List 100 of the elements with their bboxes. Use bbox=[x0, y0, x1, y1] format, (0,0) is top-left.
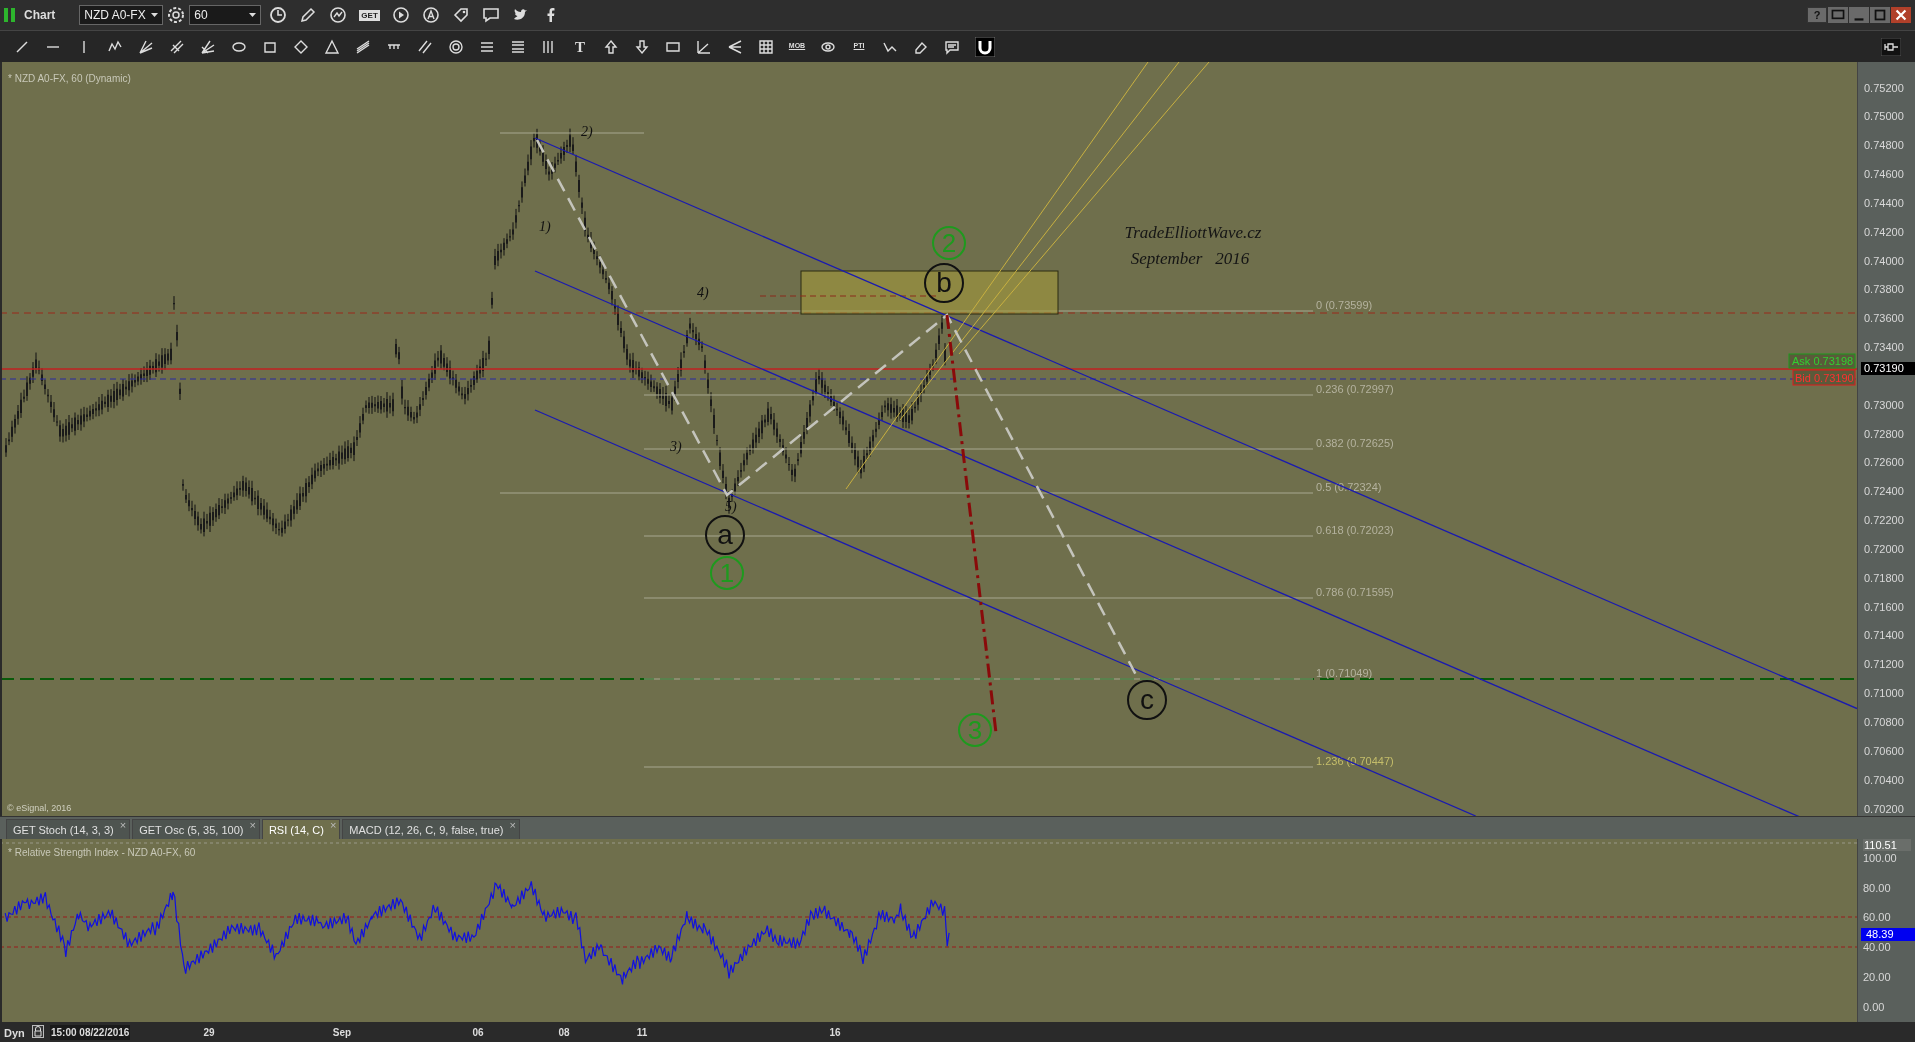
fan-lines-icon[interactable] bbox=[138, 38, 154, 55]
indicator-tab[interactable]: GET Osc (5, 35, 100) × bbox=[132, 819, 260, 839]
up-arrow-icon[interactable] bbox=[603, 38, 619, 55]
rsi-axis-label: 60.00 bbox=[1863, 911, 1891, 923]
time-axis-label: 11 bbox=[636, 1026, 648, 1040]
fibonacci-level-label: 1.236 (0.70447) bbox=[1316, 755, 1394, 767]
price-axis-label: 0.72600 bbox=[1864, 456, 1904, 469]
time-axis-label: 16 bbox=[829, 1026, 841, 1040]
price-axis-label: 0.71000 bbox=[1864, 687, 1904, 700]
price-axis-label: 0.70800 bbox=[1864, 715, 1904, 728]
price-axis-label: 0.75200 bbox=[1864, 81, 1904, 94]
indicator-tab[interactable]: MACD (12, 26, C, 9, false, true) × bbox=[342, 819, 520, 839]
price-axis-label: 0.71600 bbox=[1864, 600, 1904, 613]
clock-icon[interactable] bbox=[269, 6, 288, 24]
price-axis-label: 0.72800 bbox=[1864, 427, 1904, 440]
wave-count-marker: 2 bbox=[932, 226, 966, 260]
price-axis-label: 0.75000 bbox=[1864, 110, 1904, 123]
angle-ruler-icon[interactable] bbox=[696, 38, 712, 55]
tab-close-button[interactable]: × bbox=[509, 820, 516, 831]
play-icon[interactable] bbox=[391, 6, 410, 24]
chart-refresh-icon[interactable] bbox=[329, 6, 348, 24]
price-axis-label: 0.74600 bbox=[1864, 168, 1904, 180]
pencil-icon[interactable] bbox=[299, 6, 318, 24]
concentric-circles-icon[interactable] bbox=[448, 38, 464, 55]
caret-icon bbox=[249, 13, 257, 17]
fan-grid-icon[interactable] bbox=[200, 38, 216, 55]
fibonacci-level-label: 0.236 (0.72997) bbox=[1316, 383, 1394, 395]
wave-count-marker: c bbox=[1127, 680, 1167, 720]
tab-close-button[interactable]: × bbox=[119, 820, 127, 831]
wave-label: 4) bbox=[697, 285, 709, 300]
parallel-channel-icon[interactable] bbox=[417, 38, 433, 55]
rsi-axis-label: 40.00 bbox=[1863, 941, 1891, 953]
tab-close-button[interactable]: × bbox=[249, 820, 256, 831]
close-icon[interactable] bbox=[1891, 7, 1911, 23]
symbol-dropdown[interactable]: NZD A0-FX bbox=[79, 5, 164, 25]
rsi-axis-label: 100.00 bbox=[1863, 852, 1897, 864]
time-axis-label: Sep bbox=[332, 1026, 352, 1040]
price-axis-label: 0.71800 bbox=[1864, 571, 1904, 584]
tab-label: MACD (12, 26, C, 9, false, true) bbox=[349, 823, 504, 838]
fibonacci-level-label: 1 (0.71049) bbox=[1316, 667, 1373, 679]
indicator-tab[interactable]: GET Stoch (14, 3, 3) × bbox=[6, 819, 131, 839]
chart-caption: * NZD A0-FX, 60 (Dynamic) bbox=[8, 73, 131, 84]
price-axis-label: 0.74000 bbox=[1864, 254, 1904, 267]
rsi-axis-label: 80.00 bbox=[1863, 882, 1891, 894]
price-axis-label: 0.72400 bbox=[1864, 485, 1904, 498]
speech-bubble-icon[interactable] bbox=[481, 6, 500, 24]
price-axis-label: 0.70400 bbox=[1864, 773, 1904, 786]
wave-count-marker: 3 bbox=[958, 713, 992, 747]
minimize-icon[interactable] bbox=[1849, 7, 1869, 23]
price-axis-label: 0.74400 bbox=[1864, 196, 1904, 209]
grid-icon[interactable] bbox=[758, 38, 774, 55]
tab-label: RSI (14, C) bbox=[268, 823, 324, 838]
fibonacci-level-label: 0 (0.73599) bbox=[1316, 299, 1373, 311]
price-axis-label: 0.73400 bbox=[1864, 341, 1904, 354]
rsi-axis-label: 0.00 bbox=[1863, 1001, 1885, 1013]
fibonacci-level-label: 0.382 (0.72625) bbox=[1316, 437, 1394, 449]
pin-icon[interactable] bbox=[1881, 37, 1901, 56]
get-button[interactable]: GET bbox=[359, 9, 380, 21]
price-axis-label: 0.73000 bbox=[1864, 398, 1904, 411]
tab-label: GET Osc (5, 35, 100) bbox=[139, 823, 244, 838]
maximize-icon[interactable] bbox=[1870, 7, 1890, 23]
letter-a-circle-icon[interactable] bbox=[421, 6, 440, 24]
wave-count-marker: 1 bbox=[710, 556, 744, 590]
price-axis-label: 0.71200 bbox=[1864, 658, 1904, 671]
window-title: Chart bbox=[24, 7, 56, 24]
magnet-icon[interactable] bbox=[975, 36, 995, 57]
gear-icon[interactable] bbox=[167, 6, 186, 24]
crossed-lines-icon[interactable] bbox=[169, 38, 185, 55]
text-tool-button[interactable]: T bbox=[566, 35, 594, 58]
indicator-tab[interactable]: RSI (14, C) × bbox=[261, 819, 341, 839]
price-axis-label: 0.72200 bbox=[1864, 514, 1904, 527]
interval-dropdown[interactable]: 60 bbox=[189, 5, 262, 25]
diamond-icon[interactable] bbox=[293, 38, 309, 55]
wave-label: 1) bbox=[539, 219, 551, 234]
price-axis-label: 0.71400 bbox=[1864, 629, 1904, 642]
stacked-lines-icon[interactable] bbox=[510, 38, 526, 55]
price-axis-label: 0.70600 bbox=[1864, 744, 1904, 757]
last-price-tag: 0.73190 bbox=[1861, 362, 1915, 375]
time-axis-label: 06 bbox=[472, 1026, 484, 1040]
restore-window-icon[interactable] bbox=[1828, 7, 1848, 23]
help-button[interactable]: ? bbox=[1807, 7, 1827, 23]
bid-price-tag: Bid 0.73190 bbox=[1792, 369, 1856, 386]
parallel-lines-icon[interactable] bbox=[355, 38, 371, 55]
lock-icon[interactable] bbox=[32, 1025, 44, 1038]
down-arrow-icon[interactable] bbox=[634, 38, 650, 55]
annotation-text: TradeElliottWave.cz bbox=[1124, 223, 1262, 242]
price-axis-label: 0.74800 bbox=[1864, 139, 1904, 152]
tag-icon[interactable] bbox=[451, 6, 470, 24]
wave-label: 5) bbox=[725, 499, 737, 514]
time-axis-label: 08 bbox=[558, 1026, 570, 1040]
annotation-text: September 2016 bbox=[1130, 249, 1250, 268]
caret-icon bbox=[151, 13, 159, 17]
time-axis-label: 15:00 08/22/2016 bbox=[50, 1025, 131, 1040]
fibonacci-level-label: 0.786 (0.71595) bbox=[1316, 586, 1394, 598]
indicator-caption: * Relative Strength Index - NZD A0-FX, 60 bbox=[8, 847, 196, 858]
comment-icon[interactable] bbox=[944, 38, 960, 55]
price-axis-label: 0.73600 bbox=[1864, 312, 1904, 325]
arrow-fan-icon[interactable] bbox=[727, 38, 743, 55]
triangle-icon[interactable] bbox=[324, 38, 340, 55]
mode-label: Dyn bbox=[4, 1026, 25, 1041]
